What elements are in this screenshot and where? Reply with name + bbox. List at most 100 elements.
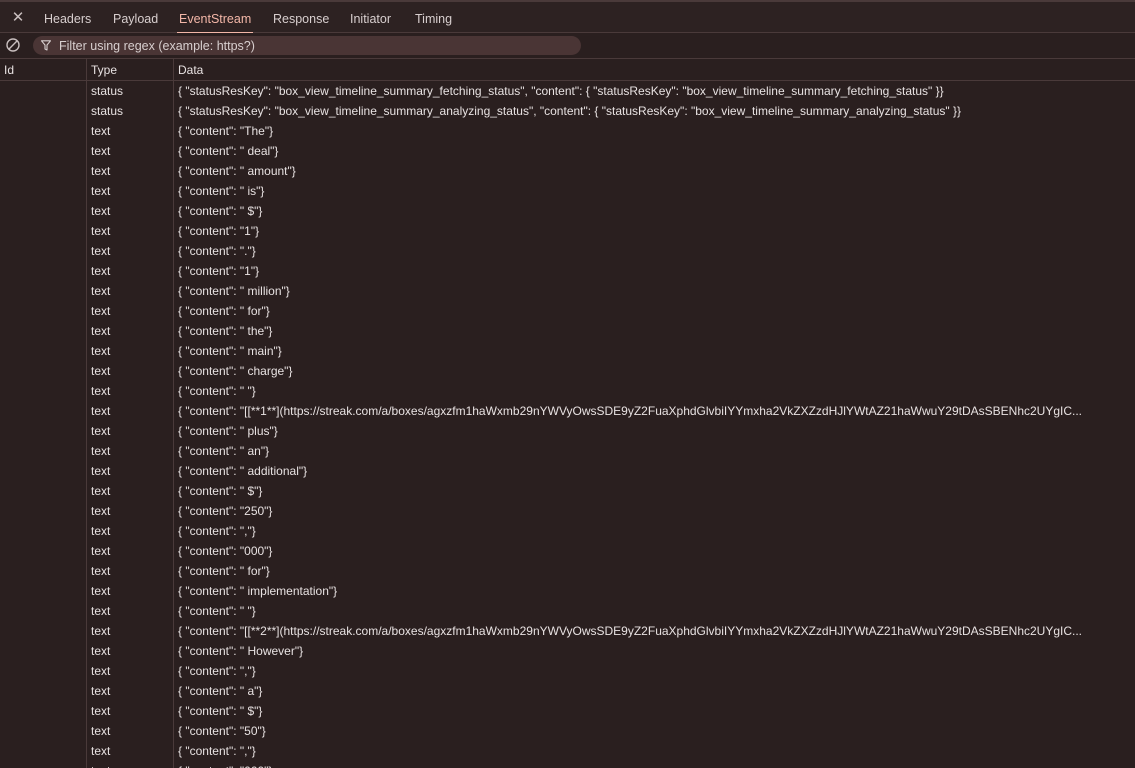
tab-initiator[interactable]: Initiator [350, 0, 391, 33]
message-type: text [91, 444, 111, 458]
table-header: Id Type Data [0, 59, 1135, 81]
table-row[interactable]: text { "content": " million"} [0, 281, 1135, 301]
table-row[interactable]: text { "content": "1"} [0, 221, 1135, 241]
message-type: text [91, 684, 111, 698]
message-type: text [91, 404, 111, 418]
message-type: text [91, 284, 111, 298]
table-row[interactable]: text { "content": " for"} [0, 301, 1135, 321]
message-data: { "content": " amount"} [178, 164, 296, 178]
table-row[interactable]: text { "content": " $"} [0, 701, 1135, 721]
table-row[interactable]: text { "content": "[[**1**](https://strea… [0, 401, 1135, 421]
tab-timing[interactable]: Timing [415, 0, 452, 33]
message-id [4, 121, 84, 141]
tab-payload[interactable]: Payload [113, 0, 158, 33]
table-row[interactable]: text { "content": " implementation"} [0, 581, 1135, 601]
event-stream-table: Id Type Data status { "statusResKey": "bo… [0, 59, 1135, 768]
table-row[interactable]: text { "content": "000"} [0, 541, 1135, 561]
table-row[interactable]: text { "content": "[[**2**](https://strea… [0, 621, 1135, 641]
message-id [4, 381, 84, 401]
column-header-type[interactable]: Type [91, 59, 117, 81]
table-row[interactable]: text { "content": "."} [0, 241, 1135, 261]
message-data: { "content": "[[**1**](https://streak.co… [178, 404, 1083, 418]
table-row[interactable]: text { "content": " an"} [0, 441, 1135, 461]
message-id [4, 441, 84, 461]
table-row[interactable]: text { "content": " additional"} [0, 461, 1135, 481]
message-data: { "content": " $"} [178, 704, 263, 718]
table-row[interactable]: text { "content": " for"} [0, 561, 1135, 581]
table-row[interactable]: text { "content": " main"} [0, 341, 1135, 361]
message-type: text [91, 604, 111, 618]
table-row[interactable]: text { "content": " $"} [0, 201, 1135, 221]
table-row[interactable]: text { "content": " $"} [0, 481, 1135, 501]
table-row[interactable]: status { "statusResKey": "box_view_timeli… [0, 81, 1135, 101]
tab-headers[interactable]: Headers [44, 0, 91, 33]
message-id [4, 181, 84, 201]
filter-box[interactable] [33, 36, 581, 55]
table-row[interactable]: text { "content": " a"} [0, 681, 1135, 701]
table-row[interactable]: text { "content": " deal"} [0, 141, 1135, 161]
table-row[interactable]: text { "content": "50"} [0, 721, 1135, 741]
message-data: { "content": " additional"} [178, 464, 308, 478]
message-data: { "content": " "} [178, 604, 256, 618]
table-row[interactable]: text { "content": "1"} [0, 261, 1135, 281]
message-type: status [91, 84, 124, 98]
message-data: { "content": " $"} [178, 484, 263, 498]
tab-eventstream[interactable]: EventStream [176, 0, 254, 34]
message-type: text [91, 244, 111, 258]
table-row[interactable]: text { "content": " "} [0, 381, 1135, 401]
message-type: text [91, 304, 111, 318]
table-row[interactable]: text { "content": "The"} [0, 121, 1135, 141]
message-data: { "content": ","} [178, 664, 256, 678]
filter-icon [41, 40, 51, 51]
table-row[interactable]: text { "content": "000"} [0, 761, 1135, 768]
table-row[interactable]: text { "content": " amount"} [0, 161, 1135, 181]
message-id [4, 361, 84, 381]
message-type: text [91, 704, 111, 718]
message-data: { "content": "000"} [178, 544, 273, 558]
message-type: text [91, 124, 111, 138]
top-border [0, 0, 1135, 2]
message-id [4, 581, 84, 601]
message-id [4, 601, 84, 621]
message-id [4, 741, 84, 761]
message-type: text [91, 484, 111, 498]
table-row[interactable]: text { "content": ","} [0, 741, 1135, 761]
message-data: { "statusResKey": "box_view_timeline_sum… [178, 104, 961, 118]
table-row[interactable]: text { "content": "250"} [0, 501, 1135, 521]
message-data: { "content": " an"} [178, 444, 270, 458]
message-data: { "content": " million"} [178, 284, 290, 298]
message-data: { "content": " plus"} [178, 424, 278, 438]
message-id [4, 161, 84, 181]
column-header-id[interactable]: Id [4, 59, 14, 81]
tab-response[interactable]: Response [273, 0, 329, 33]
message-type: text [91, 384, 111, 398]
clear-icon[interactable] [6, 38, 20, 52]
table-row[interactable]: text { "content": ","} [0, 521, 1135, 541]
message-id [4, 641, 84, 661]
table-row[interactable]: text { "content": ","} [0, 661, 1135, 681]
table-row[interactable]: text { "content": " the"} [0, 321, 1135, 341]
devtools-tab-bar: ✕ Headers Payload EventStream Response I… [0, 0, 1135, 34]
message-id [4, 321, 84, 341]
message-id [4, 141, 84, 161]
table-row[interactable]: text { "content": " "} [0, 601, 1135, 621]
message-id [4, 721, 84, 741]
close-icon[interactable]: ✕ [10, 10, 26, 26]
table-row[interactable]: text { "content": " is"} [0, 181, 1135, 201]
message-type: text [91, 184, 111, 198]
message-data: { "content": ","} [178, 524, 256, 538]
table-row[interactable]: text { "content": " plus"} [0, 421, 1135, 441]
message-type: text [91, 624, 111, 638]
message-id [4, 561, 84, 581]
table-row[interactable]: text { "content": " charge"} [0, 361, 1135, 381]
table-row[interactable]: text { "content": " However"} [0, 641, 1135, 661]
message-type: text [91, 144, 111, 158]
message-data: { "content": "[[**2**](https://streak.co… [178, 624, 1083, 638]
column-header-data[interactable]: Data [178, 59, 203, 81]
table-row[interactable]: status { "statusResKey": "box_view_timeli… [0, 101, 1135, 121]
message-data: { "content": "250"} [178, 504, 273, 518]
message-data: { "statusResKey": "box_view_timeline_sum… [178, 84, 944, 98]
message-id [4, 301, 84, 321]
filter-input[interactable] [59, 36, 574, 55]
message-id [4, 701, 84, 721]
